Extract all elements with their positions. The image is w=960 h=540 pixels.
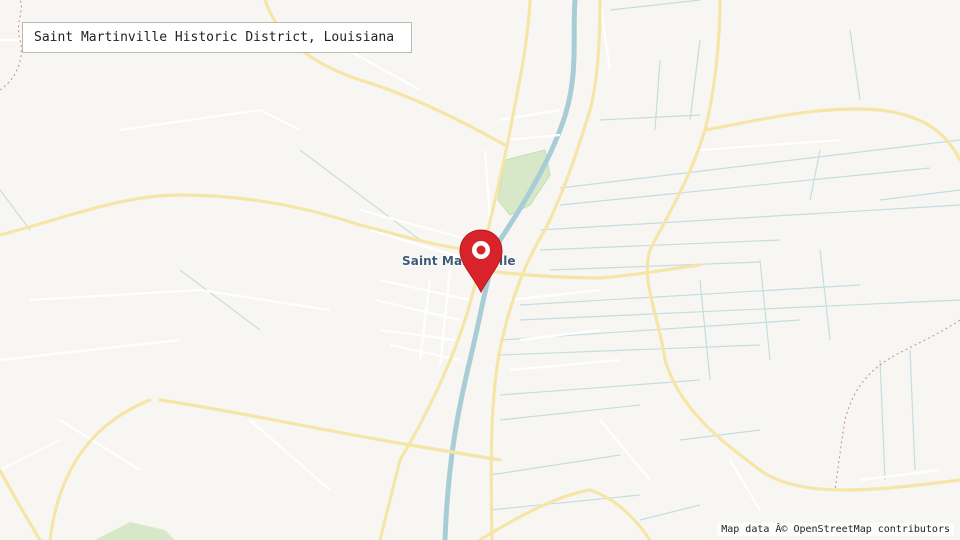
map-view[interactable]: Saint Martinville Historic District, Lou…: [0, 0, 960, 540]
map-pin-icon[interactable]: [457, 228, 505, 294]
map-attribution[interactable]: Map data Â© OpenStreetMap contributors: [717, 523, 954, 536]
map-title: Saint Martinville Historic District, Lou…: [22, 22, 412, 53]
